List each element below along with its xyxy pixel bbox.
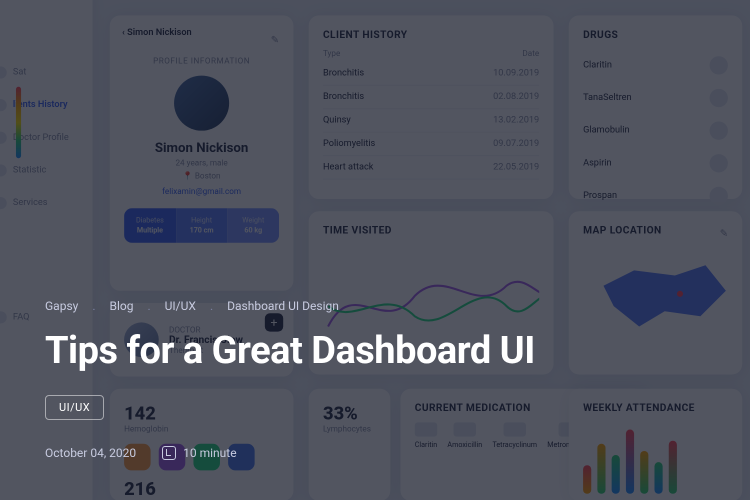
read-time: 10 minute <box>162 446 236 460</box>
page-title: Tips for a Great Dashboard UI <box>45 331 705 373</box>
category-badge[interactable]: UI/UX <box>45 395 104 420</box>
breadcrumb-item[interactable]: Blog <box>109 299 133 313</box>
breadcrumb-separator: . <box>210 299 213 313</box>
meta-row: October 04, 2020 10 minute <box>45 446 705 460</box>
publish-date: October 04, 2020 <box>45 446 136 460</box>
breadcrumb: Gapsy . Blog . UI/UX . Dashboard UI Desi… <box>45 299 705 313</box>
breadcrumb-item[interactable]: Gapsy <box>45 299 78 313</box>
hero-content: Gapsy . Blog . UI/UX . Dashboard UI Desi… <box>45 0 705 500</box>
clock-icon <box>162 446 176 460</box>
breadcrumb-separator: . <box>92 299 95 313</box>
breadcrumb-item[interactable]: Dashboard UI Design <box>227 299 339 313</box>
breadcrumb-item[interactable]: UI/UX <box>165 299 196 313</box>
breadcrumb-separator: . <box>147 299 150 313</box>
